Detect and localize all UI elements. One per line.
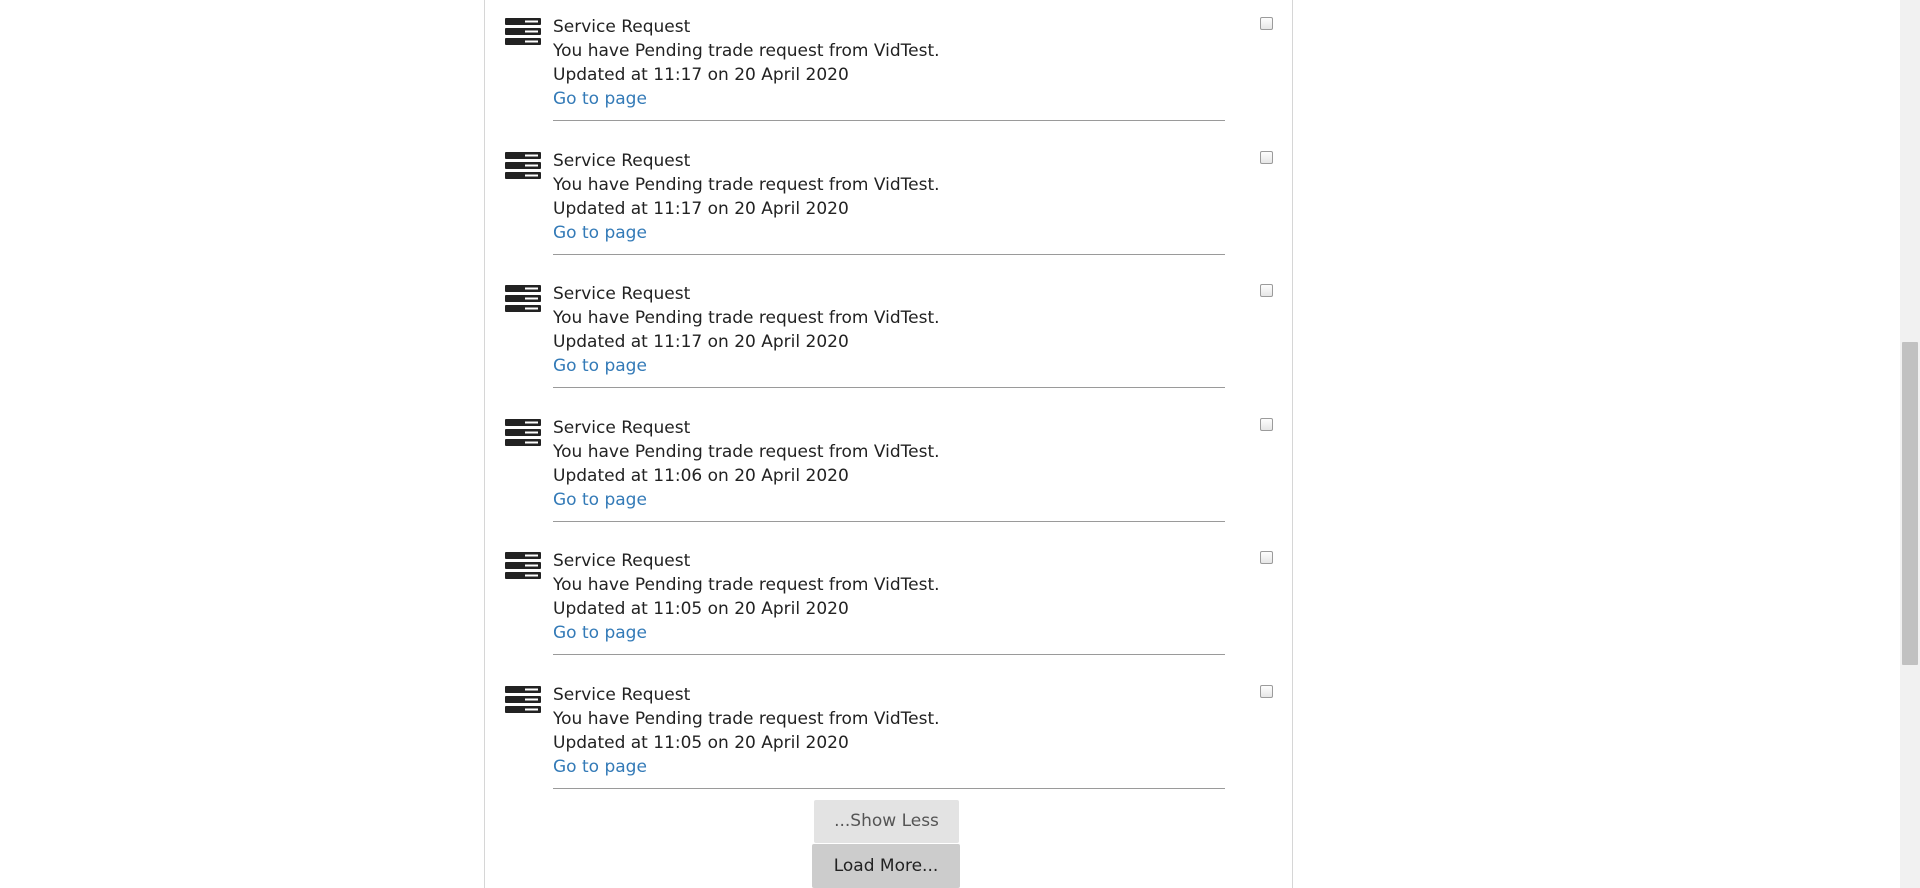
server-icon <box>505 552 541 580</box>
notification-timestamp: Updated at 11:17 on 20 April 2020 <box>553 198 849 219</box>
notifications-panel: Service Request You have Pending trade r… <box>484 0 1293 888</box>
notification-title: Service Request <box>553 417 691 438</box>
notification-timestamp: Updated at 11:06 on 20 April 2020 <box>553 465 849 486</box>
notification-item: Service Request You have Pending trade r… <box>485 534 1292 668</box>
notification-text: You have Pending trade request from VidT… <box>553 708 940 729</box>
vertical-scrollbar[interactable] <box>1900 0 1920 888</box>
divider <box>553 387 1225 389</box>
notification-body: Service Request You have Pending trade r… <box>553 282 1223 378</box>
go-to-page-link[interactable]: Go to page <box>553 755 647 779</box>
notification-body: Service Request You have Pending trade r… <box>553 549 1223 645</box>
notification-title: Service Request <box>553 150 691 171</box>
server-icon <box>505 285 541 313</box>
notification-text: You have Pending trade request from VidT… <box>553 41 940 61</box>
notification-body: Service Request You have Pending trade r… <box>553 149 1223 245</box>
notification-list: Service Request You have Pending trade r… <box>485 0 1292 802</box>
server-icon <box>505 151 541 179</box>
divider <box>553 253 1225 255</box>
notification-body: Service Request You have Pending trade r… <box>553 683 1223 779</box>
server-icon <box>505 18 541 45</box>
server-icon <box>505 418 541 446</box>
notification-checkbox[interactable] <box>1260 551 1273 565</box>
notification-checkbox[interactable] <box>1260 17 1273 30</box>
page: Service Request You have Pending trade r… <box>0 0 1920 888</box>
notification-checkbox[interactable] <box>1260 150 1273 164</box>
notification-title: Service Request <box>553 17 691 37</box>
notification-body: Service Request You have Pending trade r… <box>553 416 1223 512</box>
notification-text: You have Pending trade request from VidT… <box>553 575 940 596</box>
notification-checkbox[interactable] <box>1260 684 1273 698</box>
notification-timestamp: Updated at 11:05 on 20 April 2020 <box>553 732 849 753</box>
notification-body: Service Request You have Pending trade r… <box>553 15 1223 111</box>
server-icon <box>505 685 541 713</box>
notification-title: Service Request <box>553 684 691 705</box>
show-less-button[interactable]: ...Show Less <box>814 800 959 843</box>
notification-checkbox[interactable] <box>1260 284 1273 298</box>
notification-text: You have Pending trade request from VidT… <box>553 441 940 462</box>
notification-title: Service Request <box>553 284 691 305</box>
notification-text: You have Pending trade request from VidT… <box>553 308 940 329</box>
notification-timestamp: Updated at 11:17 on 20 April 2020 <box>553 332 849 353</box>
divider <box>553 787 1225 789</box>
divider <box>553 520 1225 522</box>
notification-item: Service Request You have Pending trade r… <box>485 668 1292 802</box>
go-to-page-link[interactable]: Go to page <box>553 621 647 645</box>
notification-checkbox[interactable] <box>1260 417 1273 431</box>
divider <box>553 120 1225 121</box>
notification-item: Service Request You have Pending trade r… <box>485 134 1292 268</box>
go-to-page-link[interactable]: Go to page <box>553 488 647 512</box>
notification-item: Service Request You have Pending trade r… <box>485 401 1292 535</box>
notification-timestamp: Updated at 11:05 on 20 April 2020 <box>553 599 849 620</box>
notification-timestamp: Updated at 11:17 on 20 April 2020 <box>553 65 849 85</box>
go-to-page-link[interactable]: Go to page <box>553 354 647 378</box>
notification-text: You have Pending trade request from VidT… <box>553 174 940 195</box>
go-to-page-link[interactable]: Go to page <box>553 87 647 111</box>
divider <box>553 654 1225 656</box>
notification-item: Service Request You have Pending trade r… <box>485 267 1292 401</box>
go-to-page-link[interactable]: Go to page <box>553 221 647 245</box>
notification-title: Service Request <box>553 551 691 572</box>
load-more-button[interactable]: Load More... <box>812 844 960 888</box>
scrollbar-thumb[interactable] <box>1902 342 1918 665</box>
notification-item: Service Request You have Pending trade r… <box>485 0 1292 134</box>
